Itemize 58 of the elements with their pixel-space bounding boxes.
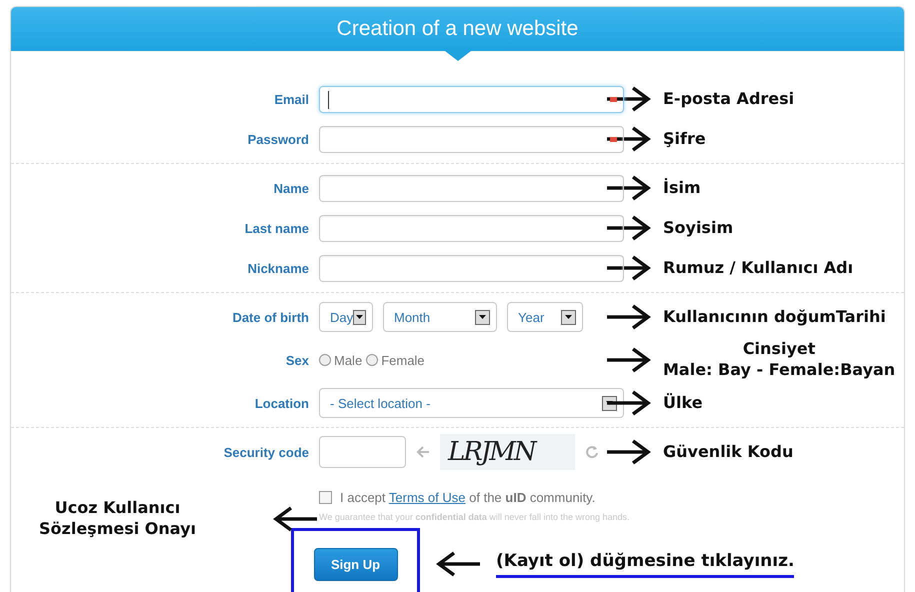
field-label: Email: [273, 92, 309, 106]
field-label: Date of birth: [231, 310, 309, 324]
refresh-icon[interactable]: [585, 445, 599, 459]
caret-icon: [356, 315, 364, 319]
arrow-icon: [605, 215, 651, 241]
annotation-text: Rumuz / Kullanıcı Adı: [663, 258, 854, 278]
field-label: Location: [254, 396, 309, 410]
text-field[interactable]: [319, 254, 624, 282]
annotation-text: Güvenlik Kodu: [663, 442, 794, 462]
arrow-icon: [605, 304, 651, 330]
header-title: Creation of a new website: [336, 17, 578, 41]
radio-option[interactable]: Female: [366, 352, 425, 368]
arrow-icon: [605, 175, 651, 201]
arrow-icon: [273, 506, 319, 532]
field-label: Security code: [222, 444, 309, 460]
annotation-text: Cinsiyet Male: Bay - Female:Bayan: [663, 339, 896, 381]
text-field[interactable]: [319, 174, 624, 202]
sign-up-button[interactable]: Sign Up: [314, 548, 398, 580]
required-mark: [610, 96, 617, 102]
checkbox[interactable]: [319, 490, 332, 504]
text-field[interactable]: [319, 126, 624, 152]
arrow-icon: [605, 255, 651, 281]
field-label: Nickname: [246, 260, 309, 276]
required-mark: [610, 136, 617, 142]
captcha-image: LRJMN: [440, 434, 575, 470]
terms-link[interactable]: Terms of Use: [388, 490, 466, 504]
field-label: Password: [246, 132, 309, 146]
arrow-icon: [416, 446, 430, 458]
annotation-text: E-posta Adresi: [663, 88, 794, 110]
arrow-icon: [605, 86, 651, 112]
text-field[interactable]: [319, 436, 406, 468]
terms-text: I accept Terms of Use of the uID community.: [340, 490, 596, 504]
annotation-text: Ucoz Kullanıcı Sözleşmesi Onayı: [39, 498, 196, 540]
text-field[interactable]: [319, 214, 624, 242]
annotation-text: Kullanıcının doğumTarihi: [663, 306, 886, 328]
caret-icon: [606, 401, 613, 405]
radio-option[interactable]: Male: [319, 352, 362, 368]
dropdown[interactable]: - Select location -: [319, 388, 624, 418]
arrow-icon: [605, 126, 651, 152]
dropdown[interactable]: Day: [319, 302, 373, 332]
caret-icon: [479, 315, 486, 319]
caret-icon: [565, 315, 572, 319]
field-label: Sex: [284, 352, 309, 368]
dropdown[interactable]: Year: [507, 302, 583, 332]
header-pointer: [444, 51, 470, 61]
annotation-text: Soyisim: [663, 218, 734, 238]
arrow-icon: [436, 551, 482, 577]
annotation-text: İsim: [663, 178, 701, 198]
annotation-text: Ülke: [663, 392, 703, 414]
arrow-icon: [605, 439, 651, 465]
dropdown[interactable]: Month: [383, 302, 497, 332]
arrow-icon: [605, 347, 651, 373]
text-field[interactable]: [319, 86, 624, 112]
field-label: Last name: [244, 220, 309, 236]
annotation-text: (Kayıt ol) düğmesine tıklayınız.: [496, 550, 794, 578]
field-label: Name: [272, 180, 309, 196]
annotation-text: Şifre: [663, 128, 706, 150]
arrow-icon: [605, 390, 651, 416]
